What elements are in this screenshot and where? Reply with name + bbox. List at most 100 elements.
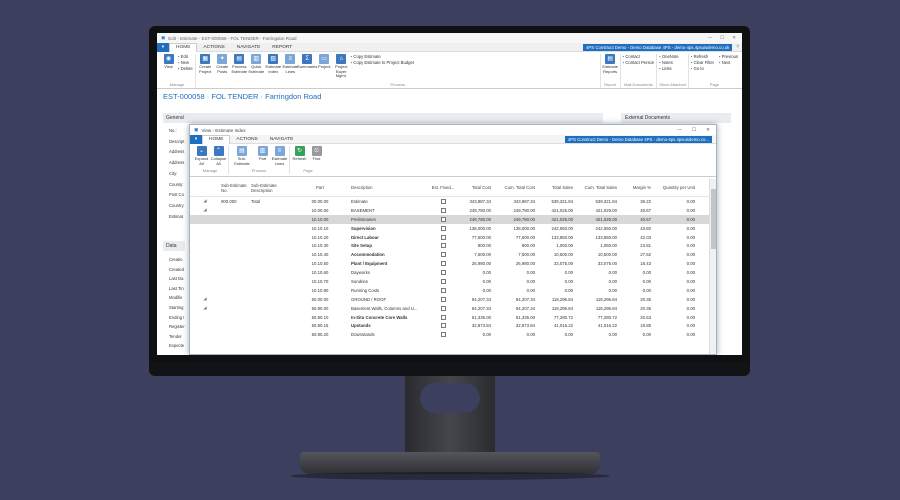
table-row[interactable]: 10.10.40 Accommodation 7,600.00 7,600.00 10,… bbox=[190, 250, 710, 259]
column-header[interactable]: Sub-Estimate Description bbox=[250, 183, 290, 193]
collapse-all-button[interactable]: ⌃ Collapse All bbox=[211, 146, 226, 168]
checkbox[interactable] bbox=[440, 261, 446, 267]
part-cell: 10.10.80 bbox=[311, 287, 329, 293]
total-cost-cell: 7,600.00 bbox=[474, 252, 491, 258]
table-row[interactable]: ◢ 50.80.00 Basement Walls, Columns and U..… bbox=[190, 304, 710, 313]
column-header[interactable]: Total Cost bbox=[456, 185, 494, 190]
app-menu-button[interactable]: ▾ bbox=[157, 42, 169, 52]
table-row[interactable]: 50.80.20 Downstands 0.00 0.00 0.00 0.00 0.00 0.… bbox=[190, 330, 710, 339]
posts-icon: ✦ bbox=[217, 54, 228, 64]
table-row[interactable]: 10.10.00 Preliminaries 249,780.00 249,780.0… bbox=[190, 214, 710, 224]
tab-actions[interactable]: ACTIONS bbox=[197, 45, 230, 50]
copy-to-budget-button[interactable]: Copy Estimate to Project Budget bbox=[351, 60, 414, 66]
checkbox[interactable] bbox=[440, 216, 446, 222]
estimate-reports-button[interactable]: ▤ Estimate Reports bbox=[602, 54, 618, 82]
app-menu-button[interactable]: ▾ bbox=[190, 134, 202, 144]
find-button[interactable]: ⊙ Find bbox=[309, 146, 324, 168]
project-buyer-button[interactable]: ⌂ Project Buyer Mgmt. bbox=[334, 54, 349, 82]
checkbox[interactable] bbox=[440, 323, 446, 329]
checkbox[interactable] bbox=[440, 314, 446, 320]
sub-estimate-button[interactable]: ▤ Sub-Estimate bbox=[231, 146, 253, 168]
minimize-icon[interactable]: — bbox=[677, 127, 682, 133]
close-icon[interactable]: ✕ bbox=[732, 35, 736, 41]
data-section-header[interactable]: Data bbox=[163, 241, 185, 251]
part-button[interactable]: ▥ Part bbox=[255, 146, 270, 168]
table-row[interactable]: 10.10.50 Plant / Equipment 26,980.00 26,980… bbox=[190, 259, 710, 268]
delete-button[interactable]: Delete bbox=[178, 66, 193, 72]
binoculars-icon: ⊙ bbox=[311, 146, 322, 156]
general-section-header[interactable]: General bbox=[163, 113, 603, 123]
tab-navigate[interactable]: NAVIGATE bbox=[231, 45, 267, 50]
tab-navigate[interactable]: NAVIGATE bbox=[264, 137, 300, 142]
scrollbar-thumb[interactable] bbox=[711, 189, 716, 249]
table-row[interactable]: 10.10.20 Direct Labour 77,600.00 77,600.00 1… bbox=[190, 233, 710, 242]
tab-report[interactable]: REPORT bbox=[266, 45, 298, 50]
tab-home[interactable]: HOME bbox=[169, 42, 198, 52]
estimate-lines-button[interactable]: ≡ Estimate Lines bbox=[282, 54, 298, 82]
view-button[interactable]: ◉ View bbox=[161, 54, 176, 82]
checkbox[interactable] bbox=[440, 252, 446, 258]
column-header[interactable]: Cum. Total Cost bbox=[494, 185, 538, 190]
external-documents-header[interactable]: External Documents bbox=[621, 113, 731, 123]
column-header[interactable]: Est. Fixed... bbox=[430, 185, 456, 190]
process-estimate-button[interactable]: ▤ Process Estimate bbox=[231, 54, 247, 82]
expand-toggle-icon[interactable]: ◢ bbox=[190, 207, 220, 213]
checkbox[interactable] bbox=[440, 198, 446, 204]
maximize-icon[interactable]: ☐ bbox=[720, 35, 724, 41]
estimate-index-button[interactable]: ▧ Estimate Index bbox=[265, 54, 281, 82]
minimize-icon[interactable]: — bbox=[708, 35, 713, 41]
table-row[interactable]: 50.80.10 In-Situ Concrete Core Walls 61,33… bbox=[190, 313, 710, 322]
expand-all-button[interactable]: ⌄ Expand All bbox=[194, 146, 209, 168]
expand-toggle-icon[interactable]: ◢ bbox=[190, 296, 220, 302]
summaries-button[interactable]: Σ Summaries bbox=[297, 54, 317, 82]
checkbox[interactable] bbox=[440, 234, 446, 240]
estimate-lines-button[interactable]: ≡ Estimate Lines bbox=[272, 146, 287, 168]
vertical-scrollbar[interactable] bbox=[709, 179, 716, 354]
close-icon[interactable]: ✕ bbox=[706, 127, 710, 133]
column-header[interactable]: Total Sales bbox=[538, 185, 576, 190]
total-sales-cell: 1,050.00 bbox=[556, 243, 573, 249]
table-row[interactable]: 10.10.30 Site Setup 800.00 800.00 1,050.00 1,… bbox=[190, 241, 710, 250]
table-row[interactable]: ◢ 000.000 Total 00.00.00 Estimate 343,987.34 3… bbox=[190, 197, 710, 206]
next-button[interactable]: Next bbox=[719, 60, 738, 66]
total-sales-cell: 0.00 bbox=[564, 287, 573, 293]
column-header[interactable]: Quantity per Unit bbox=[654, 185, 698, 190]
checkbox[interactable] bbox=[440, 270, 446, 276]
links-button[interactable]: Links bbox=[659, 66, 686, 72]
ribbon-caption: Show Attached bbox=[659, 82, 686, 87]
column-header[interactable]: Margin % bbox=[620, 185, 654, 190]
checkbox[interactable] bbox=[440, 296, 446, 302]
refresh-button[interactable]: ↻ Refresh bbox=[292, 146, 307, 168]
help-icon[interactable]: ? bbox=[736, 45, 742, 50]
checkbox[interactable] bbox=[440, 287, 446, 293]
checkbox[interactable] bbox=[440, 305, 446, 311]
column-header[interactable]: Description bbox=[350, 185, 430, 190]
checkbox[interactable] bbox=[440, 243, 446, 249]
checkbox[interactable] bbox=[440, 225, 446, 231]
table-row[interactable]: 10.10.60 Dayworks 0.00 0.00 0.00 0.00 0.00 0.00 bbox=[190, 268, 710, 277]
tab-actions[interactable]: ACTIONS bbox=[230, 137, 263, 142]
column-header[interactable]: Part bbox=[290, 185, 350, 190]
table-row[interactable]: ◢ 50.00.00 GROUND / ROOF 94,207.34 94,207.34… bbox=[190, 295, 710, 304]
table-row[interactable]: 10.10.10 Supervision 138,000.00 138,000.00 2… bbox=[190, 224, 710, 233]
tab-home[interactable]: HOME bbox=[202, 134, 231, 144]
maximize-icon[interactable]: ☐ bbox=[692, 127, 696, 133]
project-button[interactable]: ▭ Project bbox=[317, 54, 332, 82]
goto-button[interactable]: Go to bbox=[691, 66, 714, 72]
create-project-button[interactable]: ▦ Create Project bbox=[198, 54, 213, 82]
checkbox[interactable] bbox=[440, 278, 446, 284]
contact-person-button[interactable]: Contact Person bbox=[623, 60, 654, 66]
quick-estimate-button[interactable]: ▥ Quick Estimate bbox=[248, 54, 264, 82]
table-row[interactable]: ◢ 10.00.00 BASEMENT 249,780.00 249,780.00 421… bbox=[190, 206, 710, 215]
create-posts-button[interactable]: ✦ Create Posts bbox=[215, 54, 230, 82]
expand-toggle-icon[interactable]: ◢ bbox=[190, 305, 220, 311]
description-cell: Running Costs bbox=[351, 287, 380, 293]
table-row[interactable]: 10.10.70 Sundries 0.00 0.00 0.00 0.00 0.00 0.00 bbox=[190, 277, 710, 286]
checkbox[interactable] bbox=[440, 207, 446, 213]
table-row[interactable]: 10.10.80 Running Costs 0.00 0.00 0.00 0.00 0.0… bbox=[190, 286, 710, 295]
checkbox[interactable] bbox=[440, 332, 446, 338]
expand-toggle-icon[interactable]: ◢ bbox=[190, 198, 220, 204]
table-row[interactable]: 50.80.15 Upstands 32,873.84 32,873.84 41,016… bbox=[190, 321, 710, 330]
column-header[interactable]: Cum. Total Sales bbox=[576, 185, 620, 190]
column-header[interactable]: Sub-Estimate No. bbox=[220, 183, 250, 193]
